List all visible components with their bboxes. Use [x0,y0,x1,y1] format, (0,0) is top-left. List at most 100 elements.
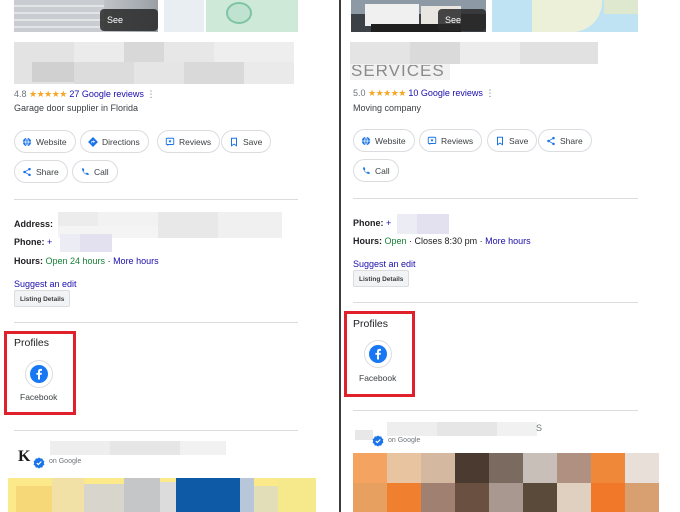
section-divider [353,410,638,411]
phone-row: Phone: + [14,237,52,247]
website-button[interactable]: Website [353,129,415,152]
hours-status: Open [384,236,407,246]
section-divider [14,199,298,200]
post-title-redacted [387,422,537,436]
section-divider [14,322,298,323]
call-label: Call [375,165,390,176]
website-label: Website [36,136,67,147]
logo-letter: K [18,448,31,465]
more-vert-icon[interactable]: ⋮ [485,88,494,98]
profiles-title: Profiles [353,318,389,330]
see-photos-button[interactable]: See photos [438,9,486,31]
section-divider [353,198,638,199]
verified-badge-icon [372,435,384,447]
reviews-link[interactable]: 10 Google reviews [408,88,483,98]
directions-label: Directions [102,136,140,147]
facebook-label: Facebook [359,373,397,383]
profiles-title: Profiles [14,337,50,349]
rating-value: 4.8 [14,89,27,99]
section-divider [353,302,638,303]
verified-badge-icon [33,457,45,469]
hours-row: Hours: Open · Closes 8:30 pm · More hour… [353,236,531,246]
section-divider [14,430,298,431]
reviews-button[interactable]: Reviews [157,130,221,153]
more-hours-link[interactable]: More hours [485,236,531,246]
hours-status: Open 24 hours [45,256,106,266]
star-rating-icon: ★★★★★ [29,89,67,99]
hours-separator: · [105,256,114,266]
review-icon [427,136,437,145]
phone-icon [363,166,370,174]
business-name-partial: SERVICES [351,65,445,79]
bookmark-icon [231,137,237,147]
business-name-redacted [14,42,294,84]
map-thumbnail[interactable] [164,0,298,32]
phone-redacted [397,214,449,234]
business-category: Garage door supplier in Florida [14,103,139,113]
post-image-redacted[interactable] [8,478,316,512]
save-button[interactable]: Save [487,129,538,152]
phone-prefix[interactable]: + [47,237,52,247]
listing-details-badge[interactable]: Listing Details [14,290,71,307]
post-title-tail: S [536,423,543,433]
post-image-redacted[interactable] [353,453,659,512]
website-button[interactable]: Website [14,130,76,153]
directions-icon [88,136,98,147]
on-google-label: on Google [49,458,82,465]
call-button[interactable]: Call [72,160,118,183]
website-label: Website [375,135,406,146]
suggest-edit-link[interactable]: Suggest an edit [353,259,416,269]
share-icon [547,136,555,145]
share-icon [23,167,31,176]
facebook-icon [369,345,387,363]
business-category: Moving company [353,103,422,113]
share-button[interactable]: Share [14,160,68,183]
call-button[interactable]: Call [353,159,399,182]
post-title-redacted [50,441,226,455]
phone-row: Phone: + [353,218,391,228]
facebook-profile-button[interactable] [25,360,53,388]
phone-redacted [60,234,112,252]
more-vert-icon[interactable]: ⋮ [146,89,155,99]
globe-icon [361,136,371,145]
phone-label: Phone: [14,237,45,247]
phone-prefix[interactable]: + [386,218,391,228]
hours-row: Hours: Open 24 hours · More hours [14,256,159,266]
listing-details-badge[interactable]: Listing Details [353,270,410,287]
business-photo[interactable]: See photos [351,0,486,32]
on-google-label: on Google [388,437,421,444]
rating-row: 4.8 ★★★★★ 27 Google reviews ⋮ [14,89,155,100]
directions-button[interactable]: Directions [80,130,149,153]
more-hours-link[interactable]: More hours [113,256,159,266]
facebook-icon [30,365,48,383]
call-label: Call [94,166,109,177]
bookmark-icon [497,136,503,146]
save-label: Save [243,136,263,147]
business-logo [355,430,373,440]
share-label: Share [36,166,59,177]
phone-icon [82,167,89,175]
facebook-profile-button[interactable] [364,340,392,368]
business-panel-right: See photos SERVICES 5.0 ★★★★★ 10 Google … [341,0,680,512]
suggest-edit-link[interactable]: Suggest an edit [14,279,77,289]
phone-label: Phone: [353,218,384,228]
see-photos-button[interactable]: See photos [100,9,158,31]
reviews-label: Reviews [179,136,212,147]
hours-label: Hours: [14,256,43,266]
address-row: Address: [14,219,53,229]
save-button[interactable]: Save [221,130,272,153]
globe-icon [22,137,32,146]
share-label: Share [560,135,583,146]
rating-row: 5.0 ★★★★★ 10 Google reviews ⋮ [353,88,494,99]
share-button[interactable]: Share [538,129,592,152]
reviews-label: Reviews [441,135,474,146]
reviews-button[interactable]: Reviews [419,129,483,152]
star-rating-icon: ★★★★★ [368,88,406,98]
map-thumbnail[interactable] [492,0,638,32]
reviews-link[interactable]: 27 Google reviews [69,89,144,99]
address-label: Address: [14,219,54,229]
hours-close-time: · Closes 8:30 pm · [406,236,486,246]
business-photo[interactable]: See photos [14,0,158,32]
save-label: Save [509,135,529,146]
rating-value: 5.0 [353,88,366,98]
